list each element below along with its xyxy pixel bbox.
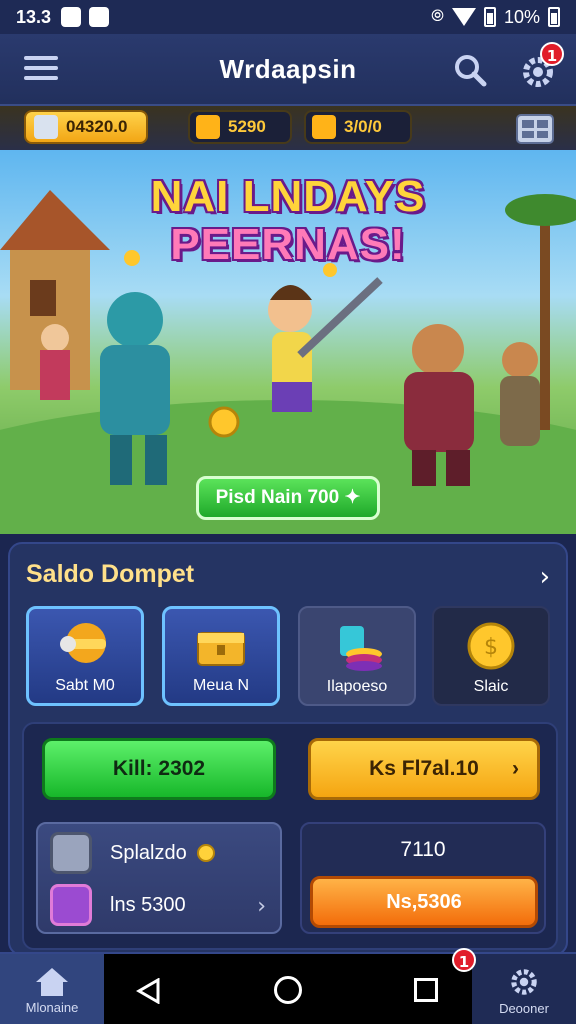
banner-title-line2: PEERNAS! [170, 220, 406, 269]
orange-action-button[interactable]: Ks Fl7al.10 › [308, 738, 540, 800]
amount-value: 7110 [400, 838, 446, 861]
gold-coin-icon: $ [467, 622, 515, 670]
system-navigation: 1 [104, 948, 476, 1024]
recent-apps-button[interactable] [414, 978, 438, 1002]
gold-balance: 04320.0 [66, 117, 128, 136]
wallet-tile-3-label: Ilapoeso [326, 678, 388, 695]
nav-home[interactable]: Mlonaine [0, 954, 104, 1024]
banner-cta-button[interactable]: Pisd Nain 700 ✦ [196, 476, 380, 520]
gems-a-value: 5290 [228, 117, 266, 136]
chevron-right-icon[interactable]: › [257, 894, 266, 919]
chevron-right-icon[interactable]: › [540, 562, 550, 592]
grid-view-button[interactable] [516, 114, 554, 144]
status-bar: 13.3 ⦾ 10% [0, 0, 576, 34]
trophy-icon [34, 115, 58, 139]
wallet-tile-4-label: Slaic [473, 678, 509, 695]
grid-icon [522, 120, 534, 128]
settings-button[interactable]: 1 [518, 42, 564, 90]
gems-b-pill[interactable]: 3/0/0 [304, 110, 412, 144]
search-button[interactable] [452, 52, 488, 88]
nav-home-label: Mlonaine [25, 999, 79, 1015]
notification-badge: 1 [540, 42, 564, 66]
gold-balance-pill[interactable]: 04320.0 [24, 110, 148, 144]
back-icon[interactable] [136, 978, 162, 1004]
nav-settings[interactable]: Deooner [472, 954, 576, 1024]
amount-button[interactable]: Ns,5306 [310, 876, 538, 928]
battery-icon-secondary [548, 7, 560, 27]
key-icon [60, 623, 106, 663]
vibrate-icon: ⦾ [431, 8, 444, 25]
promo-banner[interactable]: NAI LNDAYS PEERNAS! Pisd Nain 700 ✦ [0, 150, 576, 534]
wallet-tile-2[interactable]: Meua N [162, 606, 280, 706]
treasure-chest-icon [197, 632, 245, 666]
wallet-panel: Saldo Dompet › Sabt M0 Meua N Ilapoeso $ [8, 542, 568, 956]
wallet-tile-4[interactable]: $ Slaic [432, 606, 550, 706]
wallet-tile-1-label: Sabt M0 [55, 677, 115, 694]
wallet-title: Saldo Dompet [26, 560, 195, 588]
gems-b-value: 3/0/0 [344, 117, 382, 136]
gems-a-pill[interactable]: 5290 [188, 110, 292, 144]
battery-level: 10% [503, 6, 540, 27]
banner-title-line1: NAI LNDAYS [150, 172, 426, 221]
gold-block-icon [312, 115, 336, 139]
balance-row-1: Splalzdo [50, 832, 215, 874]
status-time: 13.3 [16, 6, 52, 27]
wallet-tile-3[interactable]: Ilapoeso [298, 606, 416, 706]
battery-icon [483, 7, 496, 27]
search-icon [455, 55, 487, 87]
notification-icon [61, 7, 82, 27]
chevron-right-icon: › [512, 757, 519, 780]
hamburger-icon [24, 56, 58, 60]
app-notification-icon [89, 7, 110, 27]
balance-row-2: lns 5300 [50, 884, 186, 926]
balance-row-2-label: lns 5300 [110, 893, 186, 916]
home-icon [36, 967, 68, 996]
nav-settings-label: Deooner [499, 1000, 549, 1016]
gold-block-icon [196, 115, 220, 139]
balance-card[interactable]: Splalzdo lns 5300 › [36, 822, 282, 934]
bottom-navigation: Mlonaine 1 Deooner [0, 948, 576, 1024]
wallet-tile-1[interactable]: Sabt M0 [26, 606, 144, 706]
orange-action-label: Ks Fl7al.10 [369, 757, 479, 780]
resource-bar: 04320.0 5290 3/0/0 [0, 106, 576, 150]
wallet-tile-2-label: Meua N [192, 677, 250, 694]
camera-icon [50, 832, 92, 874]
menu-button[interactable] [24, 56, 58, 82]
svg-text:$: $ [484, 635, 498, 660]
app-title: Wrdaapsin [219, 53, 357, 84]
balance-row-1-label: Splalzdo [110, 841, 187, 864]
green-action-button[interactable]: Kill: 2302 [42, 738, 276, 800]
gear-icon [511, 968, 537, 995]
coin-stack-icon [340, 626, 382, 671]
gift-icon [50, 884, 92, 926]
coin-icon [196, 844, 215, 862]
app-header: Wrdaapsin 1 [0, 34, 576, 106]
wallet-actions: Kill: 2302 Ks Fl7al.10 › Splalzdo lns 53… [22, 722, 558, 950]
wifi-icon [451, 8, 476, 26]
system-home-button[interactable] [274, 976, 302, 1004]
amount-card: 7110 Ns,5306 [300, 822, 546, 934]
